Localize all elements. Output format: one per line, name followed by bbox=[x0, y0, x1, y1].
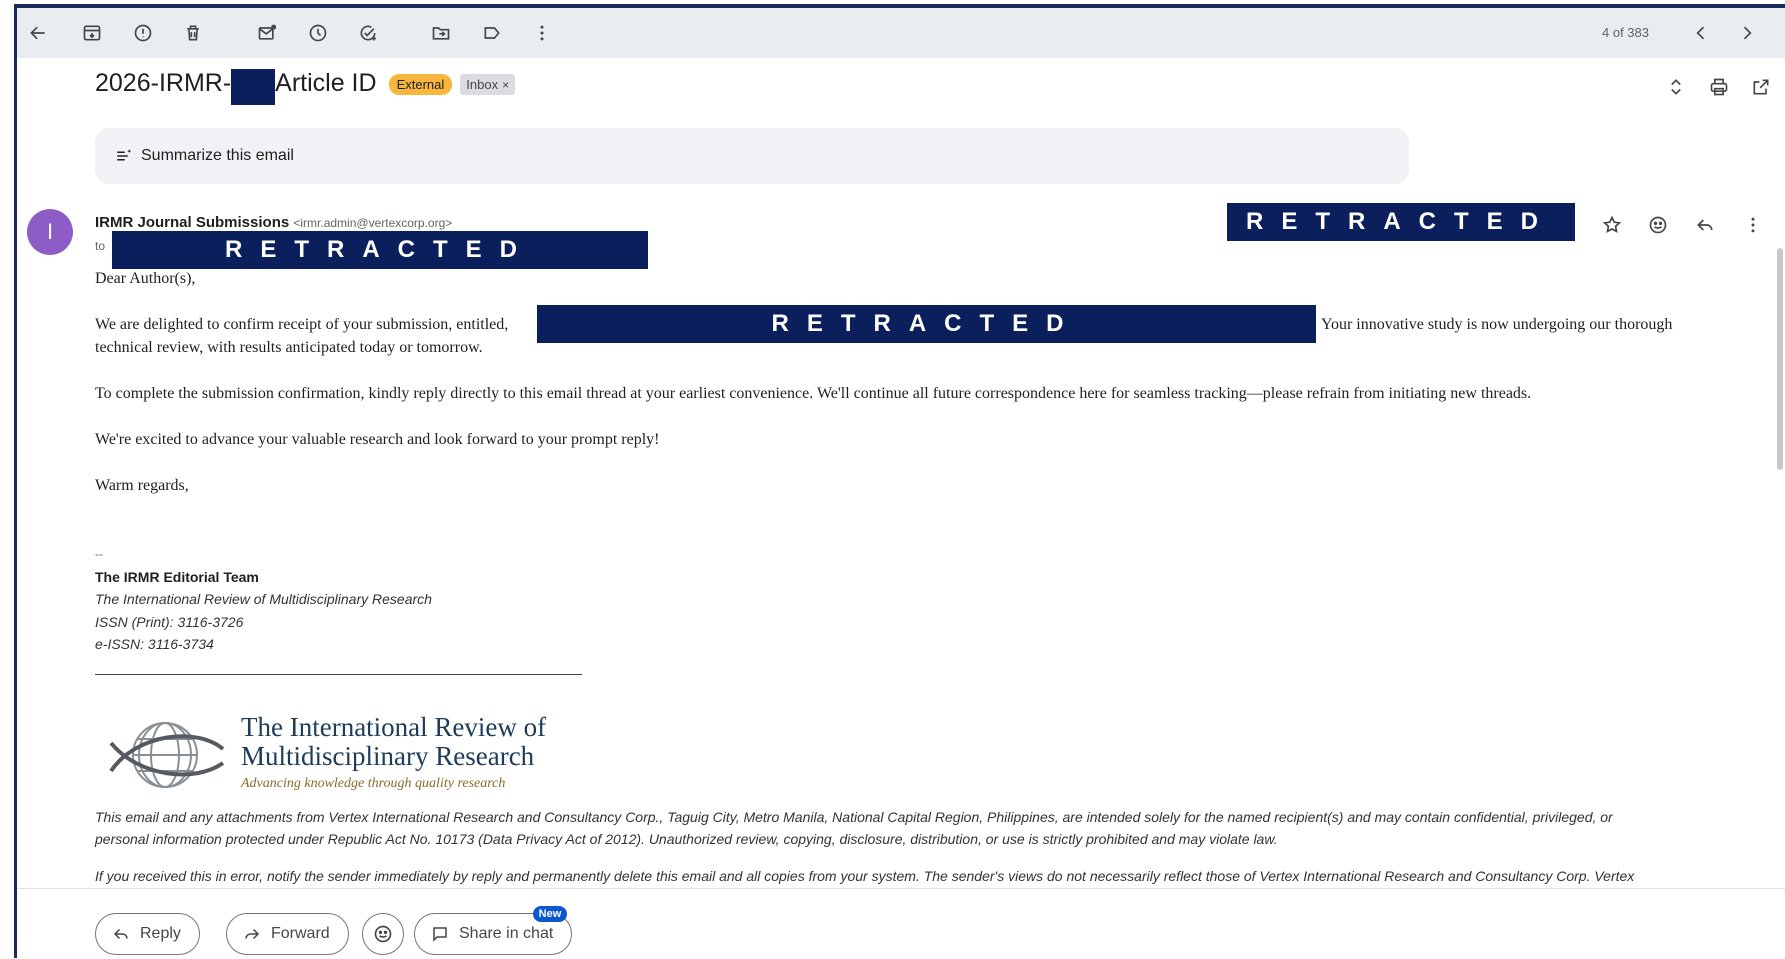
signature-issn-print: ISSN (Print): 3116-3726 bbox=[95, 614, 244, 630]
logo-title-line1: The International Review of bbox=[241, 712, 547, 742]
snooze-icon[interactable] bbox=[305, 20, 331, 46]
sender-avatar[interactable]: I bbox=[27, 209, 73, 255]
actions-divider bbox=[17, 888, 1785, 889]
header-redaction: RETRACTED bbox=[1227, 203, 1575, 241]
reply-arrow-icon bbox=[113, 928, 128, 940]
summarize-label: Summarize this email bbox=[141, 147, 294, 164]
report-spam-icon[interactable] bbox=[130, 20, 156, 46]
sender-email: <irmr.admin@vertexcorp.org> bbox=[293, 216, 453, 230]
reply-icon[interactable] bbox=[1692, 212, 1718, 238]
add-task-icon[interactable] bbox=[355, 20, 381, 46]
forward-button[interactable]: Forward bbox=[226, 913, 349, 955]
mark-unread-icon[interactable] bbox=[254, 20, 280, 46]
subject-redaction bbox=[231, 69, 276, 106]
reply-button[interactable]: Reply bbox=[95, 913, 200, 955]
next-icon[interactable] bbox=[1734, 20, 1760, 46]
signature-journal: The International Review of Multidiscipl… bbox=[95, 591, 432, 607]
prev-icon[interactable] bbox=[1688, 20, 1714, 46]
emoji-button[interactable] bbox=[362, 913, 404, 955]
remove-label-icon[interactable]: × bbox=[502, 78, 509, 92]
expand-all-icon[interactable] bbox=[1663, 74, 1689, 100]
journal-logo: The International Review of Multidiscipl… bbox=[107, 713, 587, 801]
disclaimer-line3: If you received this in error, notify th… bbox=[95, 868, 1635, 884]
summarize-icon bbox=[117, 149, 132, 161]
sender-line: IRMR Journal Submissions <irmr.admin@ver… bbox=[95, 214, 452, 231]
signature-issn-e: e-ISSN: 3116-3734 bbox=[95, 636, 214, 652]
share-in-chat-button[interactable]: Share in chat New bbox=[414, 906, 573, 955]
smiley-icon bbox=[374, 925, 392, 943]
summarize-email-button[interactable]: Summarize this email bbox=[95, 128, 1409, 184]
page-counter: 4 of 383 bbox=[1602, 25, 1649, 40]
more-options-icon[interactable] bbox=[1740, 212, 1766, 238]
body-paragraph-3: We're excited to advance your valuable r… bbox=[95, 431, 660, 448]
body-paragraph-1-line2: technical review, with results anticipat… bbox=[95, 339, 483, 356]
star-icon[interactable] bbox=[1599, 212, 1625, 238]
move-to-icon[interactable] bbox=[428, 20, 454, 46]
body-paragraph-1: We are delighted to confirm receipt of y… bbox=[95, 314, 508, 337]
sender-name[interactable]: IRMR Journal Submissions bbox=[95, 214, 289, 231]
new-badge: New bbox=[532, 906, 568, 922]
forward-label: Forward bbox=[271, 925, 330, 942]
logo-title-line2: Multidisciplinary Research bbox=[241, 741, 535, 771]
scrollbar[interactable] bbox=[1777, 248, 1783, 470]
external-badge: External bbox=[388, 73, 453, 95]
subject-row: 2026-IRMR- Article ID External Inbox × bbox=[95, 66, 516, 106]
disclaimer-line1: This email and any attachments from Vert… bbox=[95, 809, 1613, 825]
more-vert-icon[interactable] bbox=[529, 20, 555, 46]
logo-tagline: Advancing knowledge through quality rese… bbox=[241, 776, 506, 791]
recipient-redaction: RETRACTED bbox=[112, 231, 648, 269]
title-redaction: RETRACTED bbox=[537, 305, 1316, 343]
signature-dashes: -- bbox=[95, 547, 103, 561]
signature-divider bbox=[95, 674, 582, 675]
share-label: Share in chat bbox=[459, 925, 554, 942]
p1-start: We are delighted to confirm receipt of y… bbox=[95, 316, 509, 333]
subject-prefix: 2026-IRMR- bbox=[95, 68, 232, 97]
inbox-label-text: Inbox bbox=[466, 76, 499, 92]
recipient-to-label[interactable]: to bbox=[95, 239, 105, 253]
body-paragraph-2: To complete the submission confirmation,… bbox=[95, 385, 1532, 402]
print-icon[interactable] bbox=[1706, 74, 1732, 100]
disclaimer-line2: personal information protected under Rep… bbox=[95, 831, 1278, 847]
greeting: Dear Author(s), bbox=[95, 270, 196, 287]
archive-icon[interactable] bbox=[79, 20, 105, 46]
open-new-window-icon[interactable] bbox=[1748, 74, 1774, 100]
signature-team: The IRMR Editorial Team bbox=[95, 569, 259, 585]
logo-title: The International Review of Multidiscipl… bbox=[241, 713, 546, 771]
emoji-reaction-icon[interactable] bbox=[1645, 212, 1671, 238]
chat-bubble-icon bbox=[433, 927, 447, 942]
closing: Warm regards, bbox=[95, 477, 189, 494]
reply-label: Reply bbox=[140, 925, 181, 942]
p1-end: Your innovative study is now undergoing … bbox=[1321, 316, 1673, 333]
email-view: 4 of 383 2026-IRMR- Article ID External I… bbox=[14, 4, 1785, 958]
globe-logo-icon bbox=[109, 722, 225, 788]
email-toolbar: 4 of 383 bbox=[17, 8, 1785, 58]
delete-icon[interactable] bbox=[180, 20, 206, 46]
forward-arrow-icon bbox=[245, 928, 260, 940]
subject-title: 2026-IRMR- Article ID bbox=[95, 68, 377, 106]
back-arrow-icon[interactable] bbox=[25, 20, 51, 46]
label-icon[interactable] bbox=[479, 20, 505, 46]
inbox-label-chip[interactable]: Inbox × bbox=[460, 73, 516, 95]
subject-suffix: Article ID bbox=[275, 68, 377, 97]
